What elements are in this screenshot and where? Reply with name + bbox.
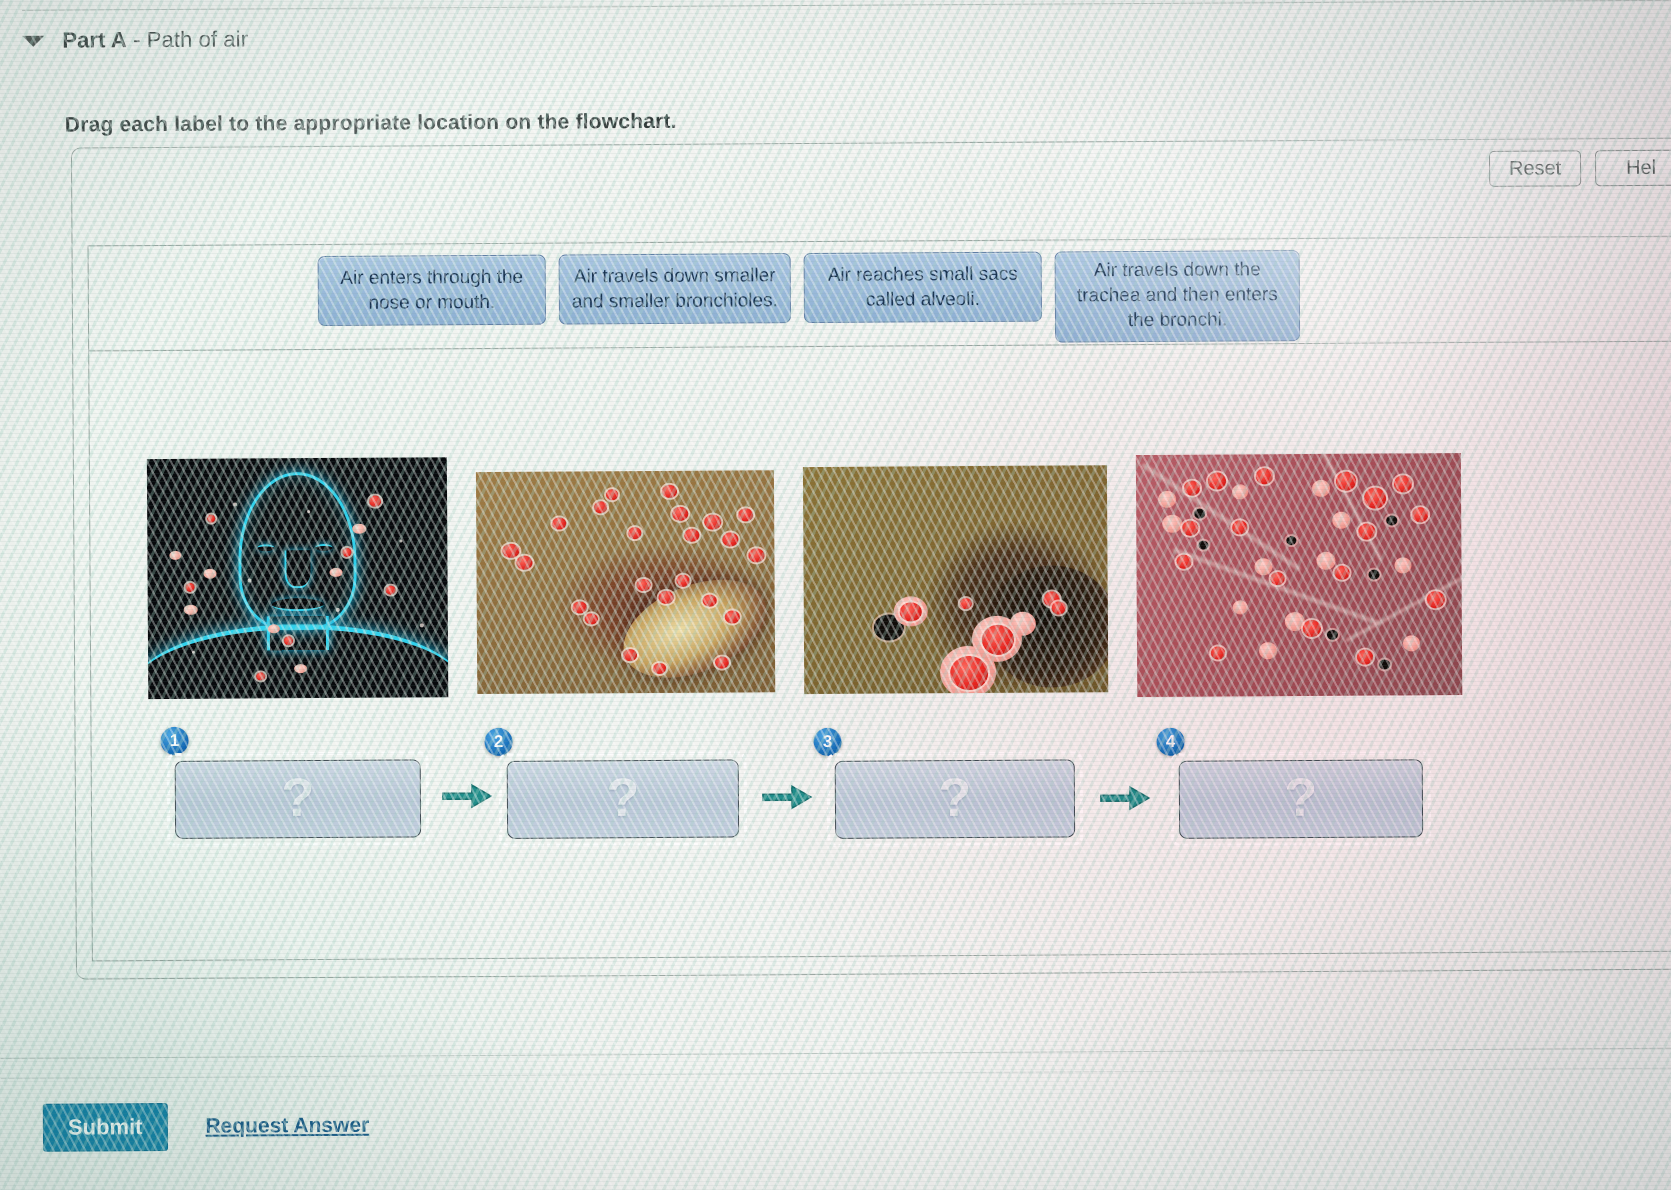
photographed-screen: Part A - Path of air Drag each label to … — [0, 0, 1671, 1190]
footer-divider — [0, 1047, 1671, 1059]
drag-label[interactable]: Air travels down smaller and smaller bro… — [558, 253, 792, 325]
step-image-4 — [1135, 453, 1463, 698]
help-button[interactable]: Hel — [1594, 149, 1671, 187]
label-bank: Air enters through the nose or mouth. Ai… — [317, 250, 1301, 347]
page-canvas: Part A - Path of air Drag each label to … — [0, 0, 1671, 1190]
drop-placeholder: ? — [281, 767, 315, 829]
drop-zone-2[interactable]: ? — [506, 759, 740, 839]
step-image-1 — [146, 457, 449, 700]
top-divider — [22, 0, 1671, 11]
part-separator: - — [126, 27, 147, 53]
triangle-down-icon[interactable] — [22, 35, 45, 47]
arrow-right-icon — [1099, 785, 1151, 811]
page-title: Part A - Path of air — [62, 26, 248, 53]
arrow-right-icon — [761, 784, 813, 810]
part-label: Part A — [62, 27, 127, 53]
drop-target-row: ? ? ? ? — [149, 745, 1490, 853]
step-image-2 — [475, 470, 776, 695]
submit-button[interactable]: Submit — [42, 1102, 168, 1152]
part-name: Path of air — [146, 26, 249, 53]
part-header: Part A - Path of air — [22, 26, 248, 53]
instruction-text: Drag each label to the appropriate locat… — [64, 109, 677, 137]
drag-label[interactable]: Air travels down the trachea and then en… — [1054, 250, 1301, 343]
eye-right — [315, 543, 333, 552]
flowchart: 1 2 3 4 ? ? ? ? — [146, 451, 1490, 859]
flowchart-image-row — [146, 451, 1463, 703]
drag-label[interactable]: Air reaches small sacs called alveoli. — [803, 251, 1043, 324]
drop-zone-1[interactable]: ? — [174, 759, 422, 839]
bronchus-lumen — [609, 560, 776, 695]
eye-left — [257, 544, 275, 552]
drop-zone-4[interactable]: ? — [1178, 759, 1424, 839]
request-answer-link[interactable]: Request Answer — [205, 1114, 369, 1139]
drop-placeholder: ? — [606, 767, 640, 829]
drop-placeholder: ? — [1284, 767, 1318, 828]
nose-outline — [284, 550, 311, 589]
step-image-3 — [802, 465, 1109, 695]
footer-actions: Submit Request Answer — [42, 1102, 370, 1152]
exercise-toolbar: Reset Hel — [1488, 149, 1671, 187]
arrow-right-icon — [441, 783, 493, 809]
drop-zone-3[interactable]: ? — [834, 759, 1076, 839]
drag-label[interactable]: Air enters through the nose or mouth. — [317, 254, 547, 327]
footer-divider-secondary — [0, 1067, 1671, 1079]
reset-button[interactable]: Reset — [1488, 150, 1582, 187]
shoulders-outline — [146, 623, 449, 700]
step-badge-1: 1 — [160, 726, 189, 755]
drop-placeholder: ? — [938, 767, 972, 829]
